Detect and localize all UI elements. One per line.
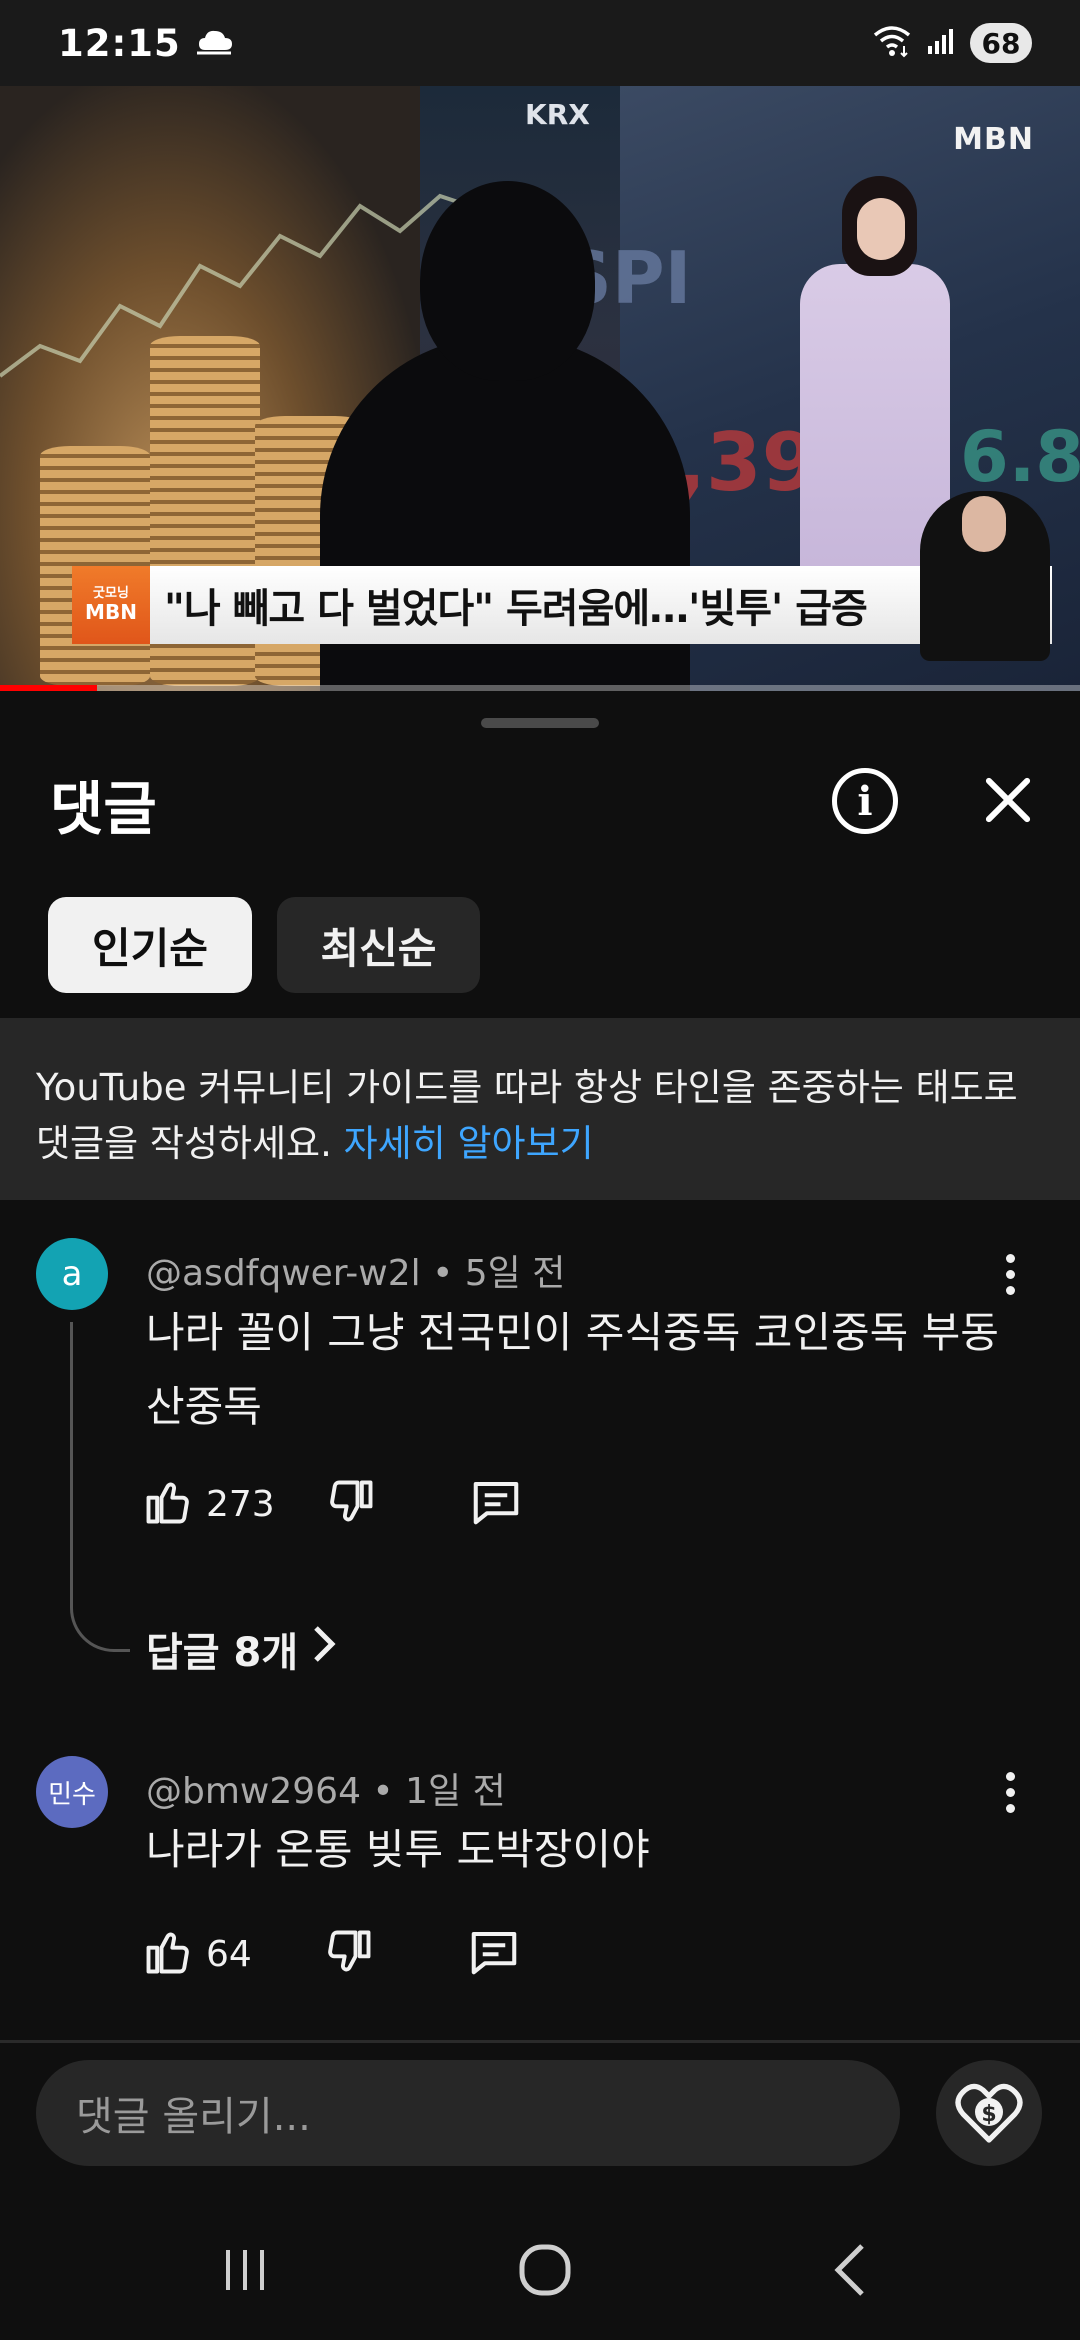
cloud-upload-icon: [195, 26, 235, 60]
battery-indicator: 68: [970, 23, 1032, 63]
comment-text: 나라가 온통 빚투 도박장이야: [146, 1825, 650, 1874]
system-navigation-bar: [0, 2200, 1080, 2340]
reply-icon[interactable]: [469, 1475, 523, 1533]
panel-title: 댓글: [50, 775, 157, 843]
sort-chip-newest[interactable]: 최신순: [277, 897, 480, 993]
comment-input-placeholder: 댓글 올리기...: [76, 2094, 311, 2140]
comment-time: 5일 전: [464, 1253, 566, 1294]
sort-chip-top[interactable]: 인기순: [48, 897, 252, 993]
svg-text:$: $: [981, 2102, 996, 2127]
avatar[interactable]: a: [36, 1238, 108, 1310]
caption-logo: 굿모닝 MBN: [72, 566, 150, 644]
status-time: 12:15: [58, 21, 181, 65]
reply-icon[interactable]: [467, 1925, 521, 1983]
status-bar: 12:15 68: [0, 0, 1080, 86]
channel-logo: MBN: [953, 122, 1034, 157]
thumbs-up-icon[interactable]: [142, 1476, 194, 1532]
comment-time: 1일 전: [405, 1771, 506, 1812]
reply-thread-line: [70, 1322, 130, 1652]
avatar[interactable]: 민수: [36, 1756, 108, 1828]
thumbs-down-icon[interactable]: [323, 1926, 375, 1982]
video-progress-bar[interactable]: [0, 685, 1080, 691]
learn-more-link[interactable]: 자세히 알아보기: [344, 1122, 594, 1165]
comment-actions: 273: [142, 1474, 523, 1534]
community-guidelines-notice: YouTube 커뮤니티 가이드를 따라 항상 타인을 존중하는 태도로 댓글을…: [0, 1018, 1080, 1200]
video-progress-fill: [0, 685, 98, 691]
comment-author[interactable]: @bmw2964: [146, 1771, 361, 1812]
comment-author[interactable]: @asdfqwer-w2l: [146, 1253, 421, 1294]
wifi-icon: [872, 24, 912, 62]
drag-handle[interactable]: [481, 718, 599, 728]
comment-text: 나라 꼴이 그냥 전국민이 주식중독 코인중독 부동산중독: [146, 1308, 999, 1431]
news-caption: "나 빼고 다 벌었다" 두려움에…'빚투' 급증: [164, 586, 868, 632]
more-vert-icon[interactable]: [1000, 1772, 1020, 1813]
more-vert-icon[interactable]: [1000, 1254, 1020, 1295]
comment-meta: @asdfqwer-w2l • 5일 전: [146, 1253, 566, 1294]
super-thanks-icon[interactable]: $: [936, 2060, 1042, 2166]
thumbs-up-icon[interactable]: [142, 1926, 194, 1982]
like-count: 64: [206, 1933, 252, 1975]
replies-label: 답글 8개: [146, 1630, 299, 1676]
chevron-right-icon: [310, 1624, 338, 1674]
krx-sign: KRX: [525, 98, 590, 131]
signal-icon: [926, 26, 956, 60]
back-icon[interactable]: [795, 2200, 905, 2340]
info-icon[interactable]: i: [832, 768, 898, 834]
thumbs-down-icon[interactable]: [325, 1476, 377, 1532]
view-replies-button[interactable]: 답글 8개: [146, 1620, 338, 1678]
video-player[interactable]: KRX SPI 4,391 6.8 MBN 굿모닝 MBN "나 빼고 다 벌었…: [0, 86, 1080, 691]
comment-input[interactable]: 댓글 올리기...: [36, 2060, 900, 2166]
news-caption-bar: 굿모닝 MBN "나 빼고 다 벌었다" 두려움에…'빚투' 급증: [72, 566, 1052, 644]
home-icon[interactable]: [490, 2200, 600, 2340]
like-count: 273: [206, 1483, 275, 1525]
comment-meta: @bmw2964 • 1일 전: [146, 1771, 506, 1812]
recents-icon[interactable]: [190, 2200, 300, 2340]
divider: [0, 2040, 1080, 2043]
close-icon[interactable]: [980, 772, 1036, 828]
comment-actions: 64: [142, 1924, 521, 1984]
